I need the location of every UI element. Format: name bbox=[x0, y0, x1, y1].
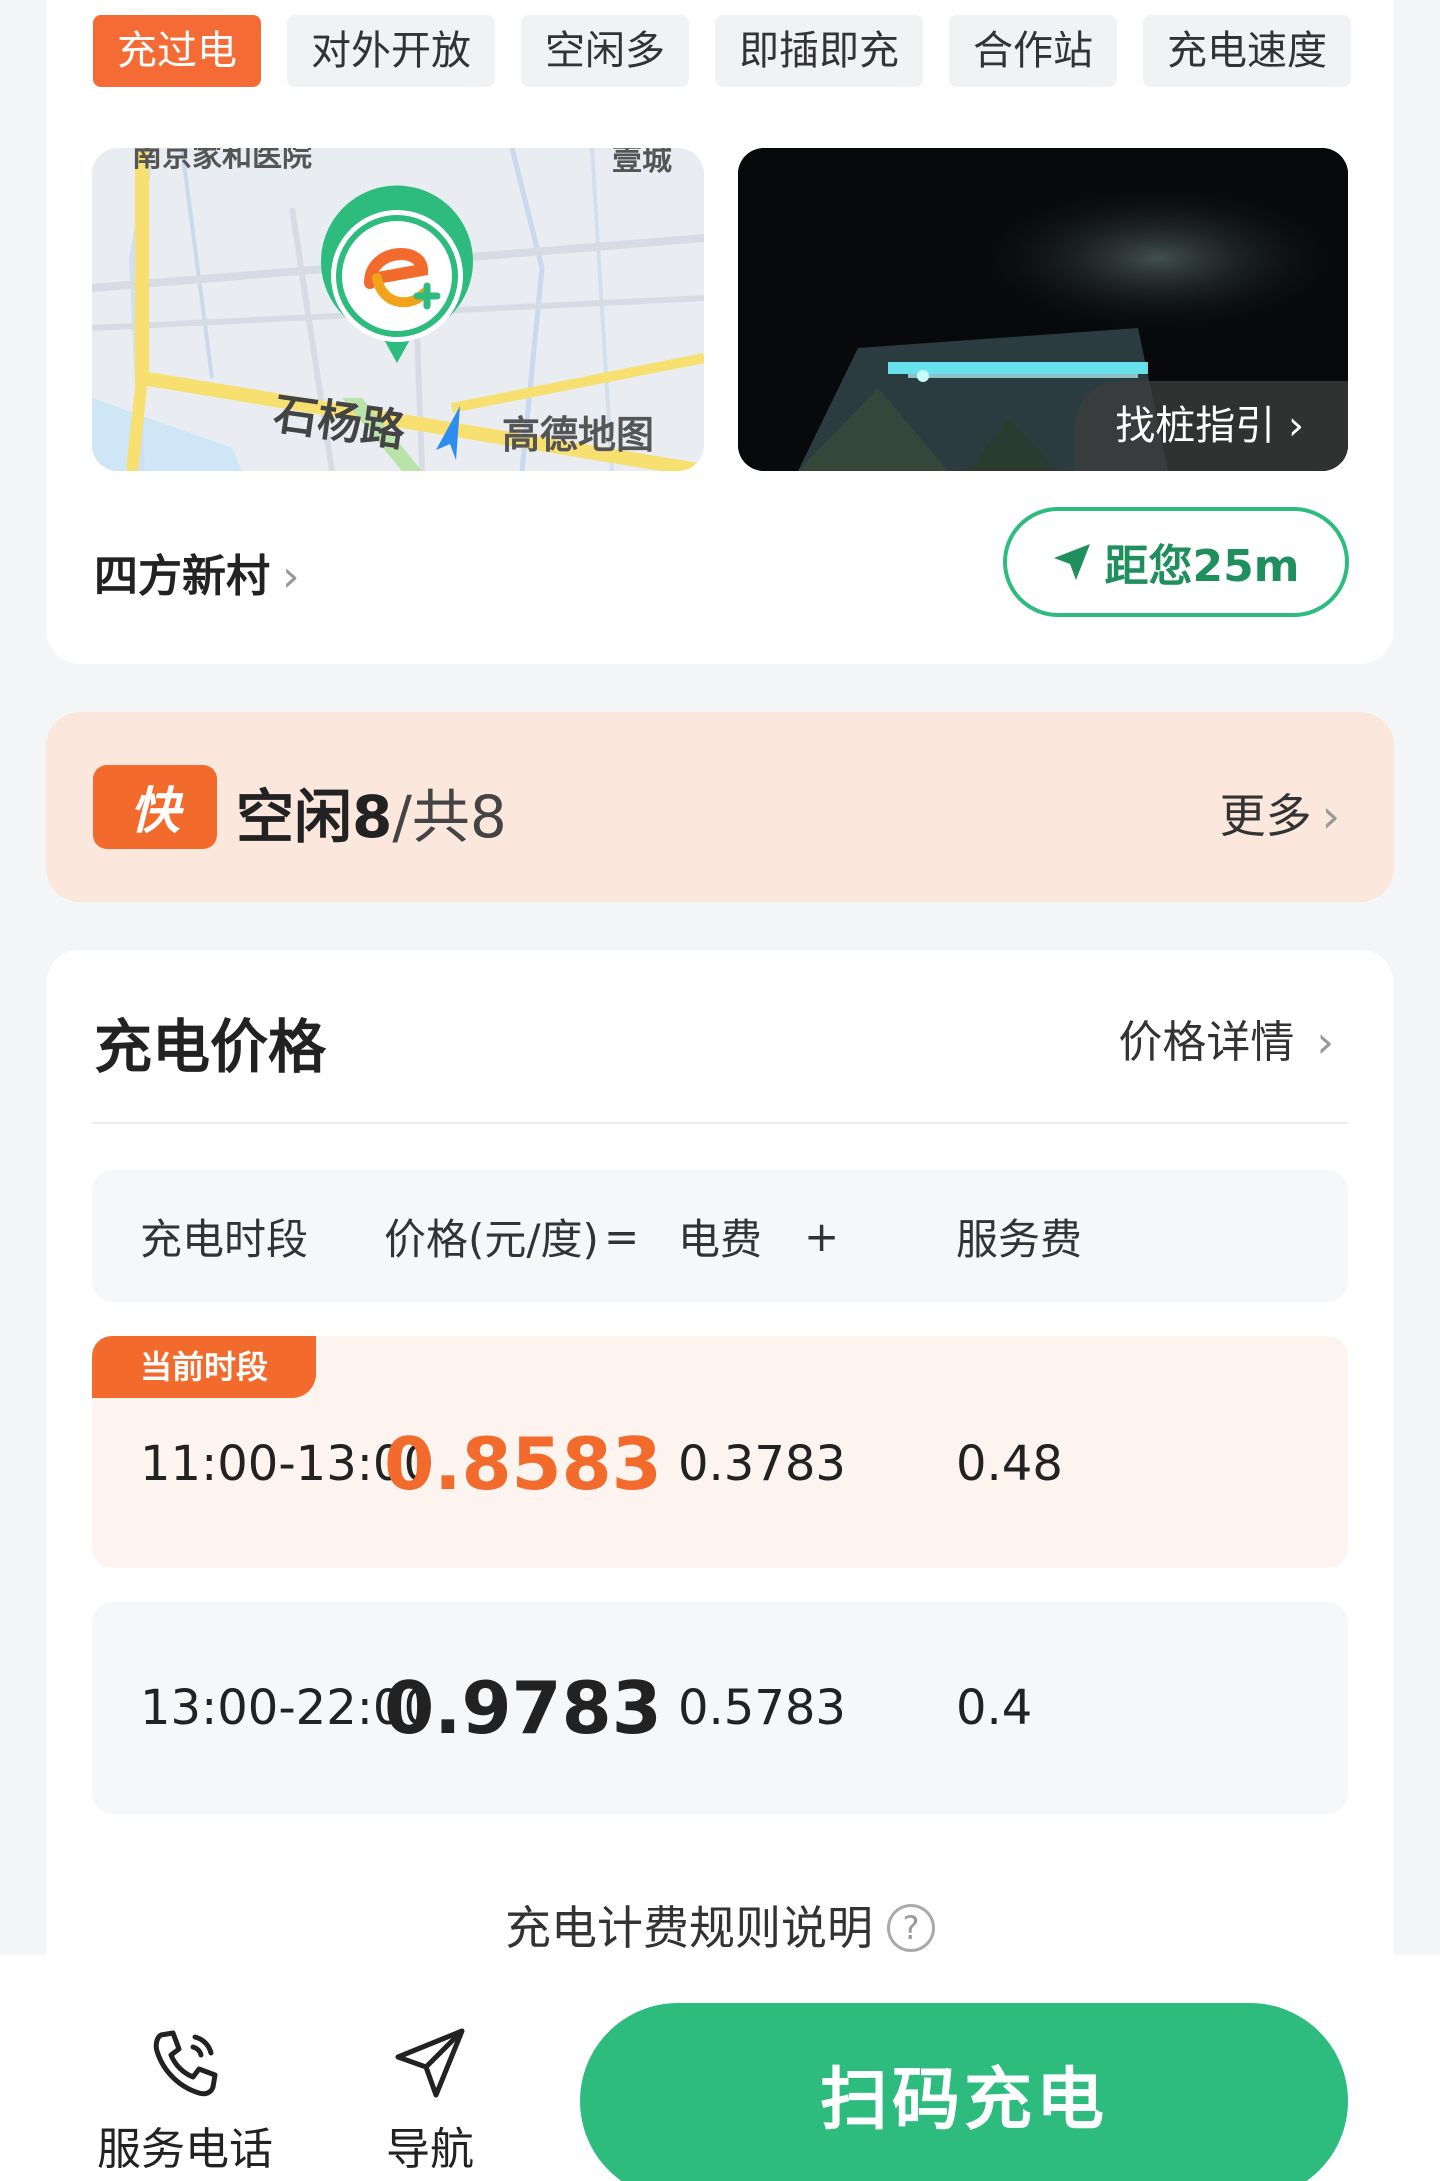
tag-many-free[interactable]: 空闲多 bbox=[521, 15, 689, 87]
station-card: 充过电 对外开放 空闲多 即插即充 合作站 充电速度 南京家和医院 壹城 石杨路 高德地图 bbox=[46, 0, 1394, 664]
total-count: /共8 bbox=[392, 783, 507, 851]
phone-icon bbox=[153, 2030, 218, 2097]
chevron-right-icon: › bbox=[282, 551, 300, 602]
header-price: 价格(元/度) bbox=[384, 1214, 599, 1264]
row-price: 0.9783 bbox=[384, 1666, 662, 1750]
station-name: 四方新村 bbox=[94, 551, 270, 602]
station-photo[interactable]: 找桩指引 › bbox=[738, 148, 1348, 471]
tag-partner-station[interactable]: 合作站 bbox=[949, 15, 1117, 87]
row-electricity: 0.5783 bbox=[678, 1680, 846, 1736]
more-link[interactable]: 更多 › bbox=[1220, 780, 1340, 846]
availability-card[interactable]: 快 空闲8/共8 更多 › bbox=[46, 712, 1394, 902]
availability-text: 空闲8/共8 bbox=[236, 770, 507, 854]
navigate-icon bbox=[395, 2028, 465, 2098]
service-phone-label: 服务电话 bbox=[97, 2124, 273, 2175]
tag-row: 充过电 对外开放 空闲多 即插即充 合作站 充电速度 bbox=[93, 15, 1395, 89]
navigation-arrow-icon bbox=[1054, 544, 1091, 580]
chevron-right-icon: › bbox=[1288, 403, 1304, 449]
chevron-right-icon: › bbox=[1321, 789, 1340, 843]
pile-guide-label: 找桩指引 bbox=[1115, 403, 1276, 449]
row-service: 0.48 bbox=[956, 1436, 1063, 1492]
tag-open-to-public[interactable]: 对外开放 bbox=[287, 15, 495, 87]
distance-label: 距您25m bbox=[1104, 541, 1300, 592]
row-service: 0.4 bbox=[956, 1680, 1033, 1736]
tag-charge-speed[interactable]: 充电速度 bbox=[1143, 15, 1351, 87]
distance-button[interactable]: 距您25m bbox=[1003, 507, 1349, 617]
header-electricity: 电费 bbox=[678, 1214, 763, 1264]
free-count: 空闲8 bbox=[236, 783, 393, 851]
tag-charged-before[interactable]: 充过电 bbox=[93, 15, 261, 87]
station-name-link[interactable]: 四方新村 › bbox=[94, 540, 300, 604]
tag-plug-and-charge[interactable]: 即插即充 bbox=[715, 15, 923, 87]
fast-charge-badge: 快 bbox=[93, 765, 217, 849]
header-plus: + bbox=[804, 1211, 840, 1261]
more-label: 更多 bbox=[1219, 789, 1312, 843]
header-period: 充电时段 bbox=[140, 1214, 309, 1264]
map-provider-label: 高德地图 bbox=[502, 413, 654, 457]
pricing-title: 充电价格 bbox=[94, 1013, 327, 1081]
billing-rules-link[interactable]: 充电计费规则说明? bbox=[46, 1892, 1394, 1958]
price-table-header: 充电时段 价格(元/度) = 电费 + 服务费 bbox=[92, 1170, 1348, 1302]
row-price: 0.8583 bbox=[384, 1422, 662, 1506]
price-row: 13:00-22:00 0.9783 0.5783 0.4 bbox=[92, 1602, 1348, 1814]
price-row-current: 当前时段 11:00-13:00 0.8583 0.3783 0.48 bbox=[92, 1336, 1348, 1568]
pricing-card: 充电价格 价格详情 › 充电时段 价格(元/度) = 电费 + 服务费 当前时段 … bbox=[46, 950, 1394, 2050]
billing-rules-label: 充电计费规则说明 bbox=[505, 1901, 873, 1955]
bottom-action-bar: 服务电话 导航 扫码充电 bbox=[0, 1955, 1440, 2181]
scan-to-charge-label: 扫码充电 bbox=[819, 2061, 1108, 2140]
navigate-label: 导航 bbox=[386, 2124, 474, 2175]
map-label-hospital: 南京家和医院 bbox=[132, 148, 312, 174]
chevron-right-icon: › bbox=[1316, 1017, 1334, 1068]
pile-guide-button[interactable]: 找桩指引 › bbox=[1075, 381, 1348, 471]
map-thumbnail[interactable]: 南京家和医院 壹城 石杨路 高德地图 bbox=[92, 148, 704, 471]
scan-to-charge-button[interactable]: 扫码充电 bbox=[580, 2003, 1348, 2181]
map-graphic: 南京家和医院 壹城 石杨路 高德地图 bbox=[92, 148, 704, 471]
navigate-button[interactable]: 导航 bbox=[370, 2023, 490, 2177]
service-phone-button[interactable]: 服务电话 bbox=[90, 2023, 280, 2177]
map-label-area: 壹城 bbox=[612, 148, 672, 178]
price-detail-label: 价格详情 bbox=[1118, 1017, 1295, 1068]
header-equals: = bbox=[604, 1211, 640, 1261]
row-electricity: 0.3783 bbox=[678, 1436, 846, 1492]
help-icon: ? bbox=[887, 1903, 935, 1952]
divider bbox=[92, 1122, 1348, 1124]
price-detail-link[interactable]: 价格详情 › bbox=[1118, 1006, 1334, 1070]
header-service: 服务费 bbox=[956, 1214, 1083, 1264]
